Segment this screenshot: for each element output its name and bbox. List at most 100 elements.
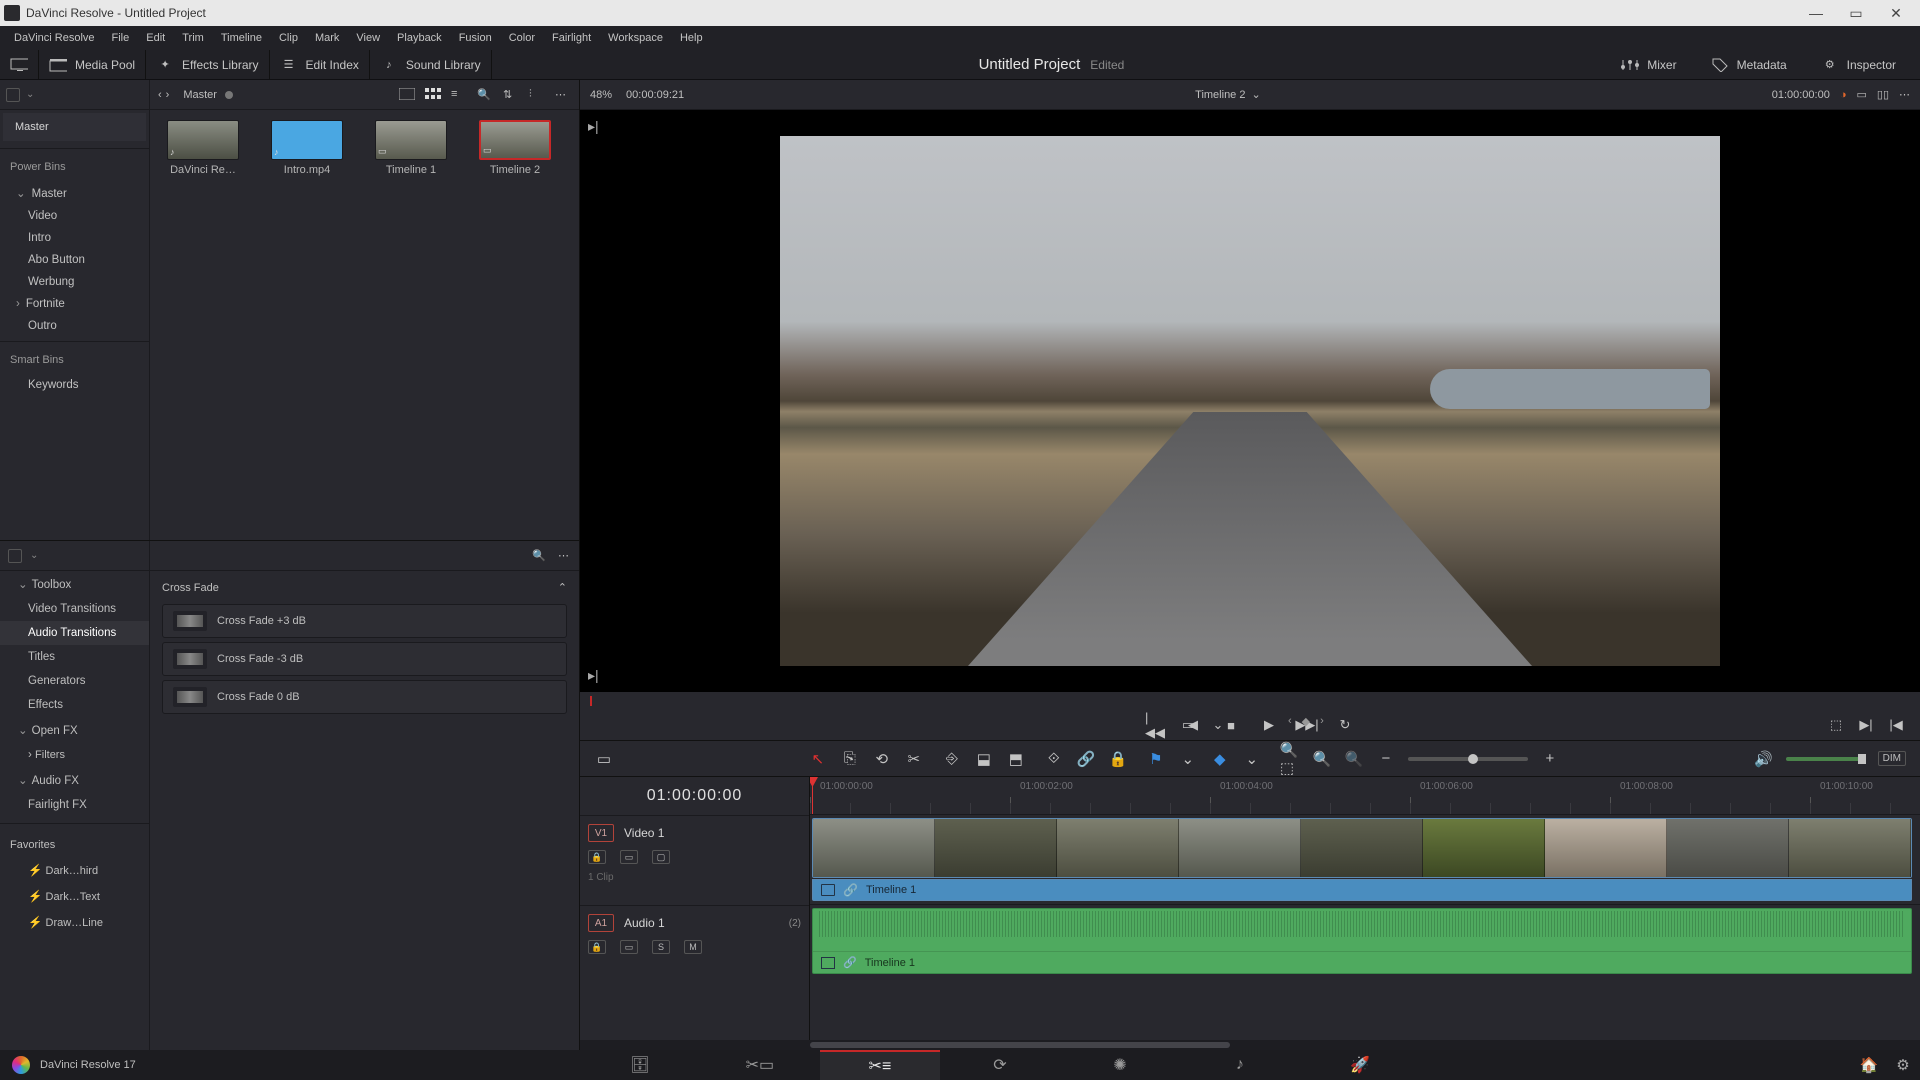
timeline-name[interactable]: Timeline 2 <box>1195 89 1245 101</box>
mixer-toggle[interactable]: Mixer <box>1611 58 1686 72</box>
options-icon[interactable]: ⋯ <box>555 88 571 102</box>
track-auto-select-icon[interactable]: ▭ <box>620 850 638 864</box>
collapse-icon[interactable]: ⌃ <box>558 581 567 594</box>
zoom-in-button[interactable]: + <box>1540 750 1560 768</box>
flag-dropdown-icon[interactable]: ⌄ <box>1178 750 1198 768</box>
bypass-grade-icon[interactable]: ◑ <box>1840 89 1847 101</box>
project-settings-button[interactable]: ⚙ <box>1886 1056 1920 1074</box>
video-clip[interactable] <box>812 818 1912 878</box>
dynamic-trim-icon[interactable]: ⟲ <box>872 750 892 768</box>
page-edit[interactable]: ✂≡ <box>820 1050 940 1080</box>
bin-list-toggle-icon[interactable] <box>6 88 20 102</box>
dim-button[interactable]: DIM <box>1878 751 1906 766</box>
timeline-body[interactable]: 01:00:00:00 01:00:02:00 01:00:04:00 01:0… <box>810 777 1920 1040</box>
menu-help[interactable]: Help <box>672 29 711 47</box>
cat-generators[interactable]: Generators <box>0 669 149 693</box>
cat-audio-fx[interactable]: Audio FX <box>0 767 149 793</box>
dual-viewer-icon[interactable]: ▯▯ <box>1877 88 1889 101</box>
clip-item-selected[interactable]: ▭ Timeline 2 <box>472 120 558 530</box>
nav-forward-button[interactable]: › <box>166 89 170 101</box>
filter-icon[interactable]: ⫶ <box>529 88 545 102</box>
cat-open-fx[interactable]: Open FX <box>0 717 149 743</box>
page-fairlight[interactable]: ♪ <box>1180 1050 1300 1080</box>
audio-clip[interactable]: 🔗 Timeline 1 <box>812 908 1912 974</box>
metadata-toggle[interactable]: Metadata <box>1701 58 1797 72</box>
nav-back-button[interactable]: ‹ <box>158 89 162 101</box>
video-track[interactable]: 🔗 Timeline 1 <box>810 815 1920 905</box>
favorite-item[interactable]: ⚡ Dark…hird <box>0 857 149 883</box>
marker-icon[interactable]: ◆ <box>1210 750 1230 768</box>
clip-item[interactable]: ▭ Timeline 1 <box>368 120 454 530</box>
zoom-slider[interactable] <box>1408 757 1528 761</box>
track-disable-icon[interactable]: ▢ <box>652 850 670 864</box>
power-bin-intro[interactable]: Intro <box>0 227 149 249</box>
overwrite-clip-icon[interactable]: ⬓ <box>974 750 994 768</box>
speaker-icon[interactable]: 🔊 <box>1754 750 1774 768</box>
sort-icon[interactable]: ⇅ <box>503 88 519 102</box>
fx-options-icon[interactable]: ⋯ <box>558 549 569 562</box>
search-icon[interactable]: 🔍 <box>477 88 493 102</box>
lock-icon[interactable]: 🔒 <box>1108 750 1128 768</box>
chevron-down-icon[interactable]: ⌄ <box>30 550 38 561</box>
edit-index-toggle[interactable]: ☰ Edit Index <box>270 50 370 79</box>
fx-crossfade-0[interactable]: Cross Fade 0 dB <box>162 680 567 714</box>
page-media[interactable]: 🗄 <box>580 1050 700 1080</box>
media-pool-toggle[interactable]: Media Pool <box>39 50 146 79</box>
cat-effects[interactable]: Effects <box>0 693 149 717</box>
viewer-zoom[interactable]: 48% <box>590 89 612 101</box>
zoom-to-fit-icon[interactable]: 🔍⬚ <box>1280 750 1300 768</box>
menu-playback[interactable]: Playback <box>389 29 450 47</box>
page-color[interactable]: ✺ <box>1060 1050 1180 1080</box>
single-viewer-icon[interactable]: ▭ <box>1856 88 1866 101</box>
menu-workspace[interactable]: Workspace <box>600 29 671 47</box>
track-auto-select-icon[interactable]: ▭ <box>620 940 638 954</box>
goto-first-frame-button[interactable]: ▸| <box>588 118 599 135</box>
menu-color[interactable]: Color <box>501 29 543 47</box>
smart-bin-keywords[interactable]: Keywords <box>0 374 149 396</box>
favorite-item[interactable]: ⚡ Dark…Text <box>0 883 149 909</box>
timeline-view-options-icon[interactable]: ▭ <box>594 750 614 768</box>
menu-edit[interactable]: Edit <box>138 29 173 47</box>
power-bin-abo-button[interactable]: Abo Button <box>0 249 149 271</box>
viewer-scrubber[interactable] <box>580 692 1920 710</box>
sound-library-toggle[interactable]: ♪ Sound Library <box>370 50 492 79</box>
power-bin-outro[interactable]: Outro <box>0 315 149 337</box>
fx-list-toggle-icon[interactable] <box>8 549 22 563</box>
menu-davinci[interactable]: DaVinci Resolve <box>6 29 103 47</box>
program-viewer[interactable]: ▸| ▸| <box>580 110 1920 692</box>
view-strip-icon[interactable] <box>399 88 415 102</box>
zoom-out-button[interactable]: − <box>1376 750 1396 768</box>
match-frame-button[interactable]: ◆ <box>1302 715 1310 735</box>
cat-toolbox[interactable]: Toolbox <box>0 571 149 597</box>
track-lock-icon[interactable]: 🔒 <box>588 940 606 954</box>
viewer-options-icon[interactable]: ⋯ <box>1899 88 1910 101</box>
cat-filters[interactable]: › Filters <box>0 743 149 767</box>
audio-track[interactable]: 🔗 Timeline 1 <box>810 905 1920 977</box>
detail-zoom-icon[interactable]: 🔍 <box>1312 750 1332 768</box>
window-minimize-button[interactable]: — <box>1796 0 1836 26</box>
loop-button[interactable]: ↻ <box>1335 715 1355 735</box>
link-icon[interactable]: 🔗 <box>1076 750 1096 768</box>
trim-tool-icon[interactable]: ⎘ <box>840 750 860 768</box>
menu-file[interactable]: File <box>104 29 138 47</box>
video-track-tag[interactable]: V1 <box>588 824 614 842</box>
page-cut[interactable]: ✂▭ <box>700 1050 820 1080</box>
power-bin-video[interactable]: Video <box>0 205 149 227</box>
menu-clip[interactable]: Clip <box>271 29 306 47</box>
track-mute-button[interactable]: M <box>684 940 702 954</box>
home-button[interactable]: 🏠 <box>1852 1056 1886 1074</box>
menu-timeline[interactable]: Timeline <box>213 29 270 47</box>
timeline-ruler[interactable]: 01:00:00:00 01:00:02:00 01:00:04:00 01:0… <box>810 777 1920 815</box>
overlay-toggle-icon[interactable]: ▭ <box>1178 715 1198 735</box>
bin-master[interactable]: Master <box>3 113 146 141</box>
clip-item[interactable]: ♪ DaVinci Re… <box>160 120 246 530</box>
prev-clip-button[interactable]: |◀ <box>1886 715 1906 735</box>
overlay-dropdown-icon[interactable]: ⌄ <box>1208 715 1228 735</box>
monitor-toggle[interactable] <box>0 50 39 79</box>
power-bin-fortnite[interactable]: Fortnite <box>0 293 149 315</box>
selection-tool-icon[interactable]: ↖ <box>808 750 828 768</box>
page-deliver[interactable]: 🚀 <box>1300 1050 1420 1080</box>
window-close-button[interactable]: ✕ <box>1876 0 1916 26</box>
monitor-volume-slider[interactable] <box>1786 757 1866 761</box>
track-solo-button[interactable]: S <box>652 940 670 954</box>
